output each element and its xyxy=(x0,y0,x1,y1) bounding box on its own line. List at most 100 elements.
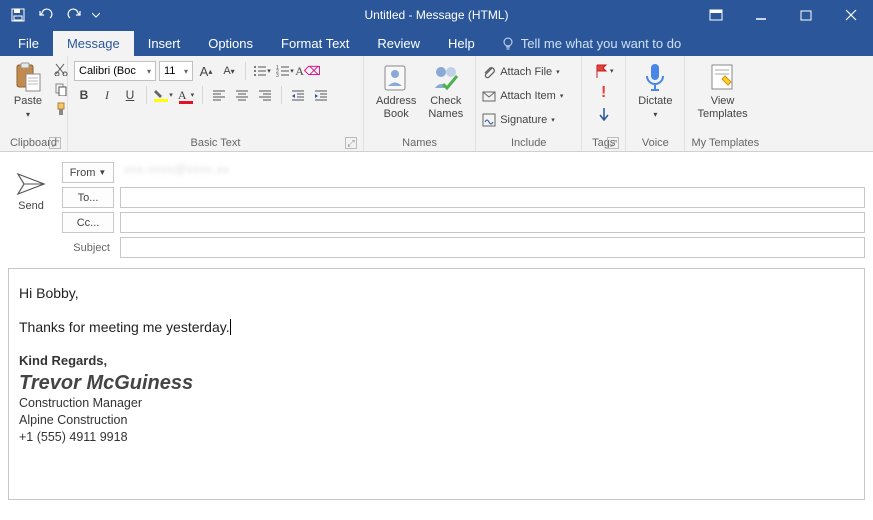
clear-formatting-button[interactable]: A⌫ xyxy=(298,61,318,81)
ribbon-tabs: File Message Insert Options Format Text … xyxy=(0,30,873,56)
tab-options[interactable]: Options xyxy=(194,31,267,56)
cc-input[interactable] xyxy=(120,212,865,233)
address-book-button[interactable]: Address Book xyxy=(370,59,422,121)
font-color-button[interactable]: A▾ xyxy=(176,85,196,105)
tab-format-text[interactable]: Format Text xyxy=(267,31,363,56)
compose-header: Send From▼ xxx-xxxx@xxxx.xx To... Cc... … xyxy=(0,152,873,262)
tell-me-label: Tell me what you want to do xyxy=(521,36,681,51)
numbering-button[interactable]: 123▾ xyxy=(275,61,295,81)
attach-item-icon xyxy=(482,89,496,103)
dictate-button[interactable]: Dictate▾ xyxy=(632,59,678,121)
group-my-templates: View Templates My Templates xyxy=(685,56,765,151)
bold-button[interactable]: B xyxy=(74,85,94,105)
align-right-button[interactable] xyxy=(255,85,275,105)
maximize-button[interactable] xyxy=(783,0,828,30)
tab-insert[interactable]: Insert xyxy=(134,31,195,56)
attach-item-button[interactable]: Attach Item▾ xyxy=(482,85,563,107)
brush-icon xyxy=(54,102,68,116)
from-button[interactable]: From▼ xyxy=(62,162,114,183)
tab-message[interactable]: Message xyxy=(53,31,134,56)
undo-button[interactable] xyxy=(34,3,58,27)
subject-label: Subject xyxy=(62,242,114,254)
group-voice: Dictate▾ Voice xyxy=(626,56,685,151)
send-icon xyxy=(16,172,46,196)
signature-name: Trevor McGuiness xyxy=(19,372,854,395)
group-basic-text: Calibri (Boc▾ 11▾ A▴ A▾ ▾ 123▾ A⌫ B I U … xyxy=(68,56,364,151)
signature-phone: +1 (555) 4911 9918 xyxy=(19,429,854,446)
dialog-launcher[interactable]: ⤢ xyxy=(607,137,619,149)
ribbon-display-button[interactable] xyxy=(693,0,738,30)
body-greeting: Hi Bobby, xyxy=(19,285,854,301)
shrink-font-button[interactable]: A▾ xyxy=(219,61,239,81)
close-button[interactable] xyxy=(828,0,873,30)
view-templates-button[interactable]: View Templates xyxy=(691,59,753,121)
group-include: Attach File▾ Attach Item▾ Signature▾ Inc… xyxy=(476,56,582,151)
align-left-button[interactable] xyxy=(209,85,229,105)
ribbon: Paste ▾ Clipboard⤢ Calibri (Boc▾ 11▾ A▴ … xyxy=(0,56,873,152)
flag-icon xyxy=(594,63,610,79)
dialog-launcher[interactable]: ⤢ xyxy=(345,137,357,149)
bullets-button[interactable]: ▾ xyxy=(252,61,272,81)
decrease-indent-button[interactable] xyxy=(288,85,308,105)
send-button[interactable]: Send xyxy=(8,162,54,258)
font-combo[interactable]: Calibri (Boc▾ xyxy=(74,61,156,81)
cut-icon xyxy=(54,62,68,76)
window-title: Untitled - Message (HTML) xyxy=(364,8,508,22)
message-body[interactable]: Hi Bobby, Thanks for meeting me yesterda… xyxy=(8,268,865,500)
paste-icon xyxy=(12,61,44,93)
font-size-combo[interactable]: 11▾ xyxy=(159,61,193,81)
high-importance-button[interactable]: ! xyxy=(594,83,614,103)
increase-indent-button[interactable] xyxy=(311,85,331,105)
quick-access-toolbar xyxy=(0,3,102,27)
signature-button[interactable]: Signature▾ xyxy=(482,109,555,131)
paste-label: Paste xyxy=(14,95,42,107)
group-label: Names xyxy=(370,137,469,151)
group-names: Address Book Check Names Names xyxy=(364,56,476,151)
signature-title: Construction Manager xyxy=(19,395,854,412)
send-label: Send xyxy=(18,200,44,212)
italic-button[interactable]: I xyxy=(97,85,117,105)
arrow-down-icon xyxy=(598,107,610,123)
group-clipboard: Paste ▾ Clipboard⤢ xyxy=(0,56,68,151)
tab-help[interactable]: Help xyxy=(434,31,489,56)
signature-icon xyxy=(482,113,496,127)
grow-font-button[interactable]: A▴ xyxy=(196,61,216,81)
address-book-icon xyxy=(380,61,412,93)
signature-company: Alpine Construction xyxy=(19,412,854,429)
attach-file-button[interactable]: Attach File▾ xyxy=(482,61,559,83)
window-controls xyxy=(693,0,873,30)
qat-dropdown[interactable] xyxy=(90,3,102,27)
underline-button[interactable]: U xyxy=(120,85,140,105)
align-center-button[interactable] xyxy=(232,85,252,105)
paperclip-icon xyxy=(482,65,496,79)
dialog-launcher[interactable]: ⤢ xyxy=(49,137,61,149)
microphone-icon xyxy=(639,61,671,93)
templates-icon xyxy=(707,61,739,93)
tell-me-search[interactable]: Tell me what you want to do xyxy=(489,31,693,56)
highlight-button[interactable]: ▾ xyxy=(153,85,173,105)
save-button[interactable] xyxy=(6,3,30,27)
group-label: My Templates xyxy=(691,137,759,151)
title-bar: Untitled - Message (HTML) xyxy=(0,0,873,30)
subject-input[interactable] xyxy=(120,237,865,258)
body-line: Thanks for meeting me yesterday. xyxy=(19,319,854,335)
to-button[interactable]: To... xyxy=(62,187,114,208)
from-field: xxx-xxxx@xxxx.xx xyxy=(120,162,865,183)
group-tags: ▾ ! Tags⤢ xyxy=(582,56,626,151)
tab-review[interactable]: Review xyxy=(363,31,434,56)
signature-regards: Kind Regards, xyxy=(19,353,854,368)
check-names-icon xyxy=(430,61,462,93)
group-label: Include xyxy=(482,137,575,151)
group-label: Basic Text xyxy=(191,137,241,149)
copy-icon xyxy=(54,82,68,96)
tab-file[interactable]: File xyxy=(4,31,53,56)
cc-button[interactable]: Cc... xyxy=(62,212,114,233)
to-input[interactable] xyxy=(120,187,865,208)
svg-text:3: 3 xyxy=(276,73,279,78)
low-importance-button[interactable] xyxy=(594,105,614,125)
check-names-button[interactable]: Check Names xyxy=(422,59,469,121)
redo-button[interactable] xyxy=(62,3,86,27)
minimize-button[interactable] xyxy=(738,0,783,30)
paste-button[interactable]: Paste ▾ xyxy=(6,59,50,121)
followup-button[interactable]: ▾ xyxy=(594,61,614,81)
